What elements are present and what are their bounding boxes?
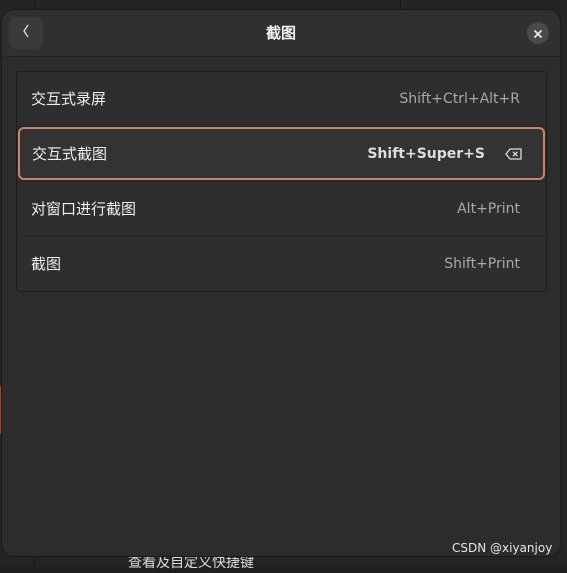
chevron-left-icon xyxy=(21,23,31,43)
dialog-header: 截图 xyxy=(2,10,560,57)
background-keyboard-shortcuts-link[interactable]: 查看及自定义快捷键 xyxy=(128,553,254,573)
backspace-icon xyxy=(505,145,523,164)
shortcut-row-interactive-screenshot[interactable]: 交互式截图 Shift+Super+S xyxy=(18,127,545,180)
shortcut-row-window-screenshot[interactable]: 对窗口进行截图 Alt+Print xyxy=(17,182,546,236)
screenshot-shortcuts-dialog: 截图 交互式录屏 Shift+Ctrl+Alt+R 交互式截图 Shift+Su… xyxy=(2,10,560,556)
shortcut-accelerator: Shift+Print xyxy=(444,256,520,272)
shortcut-row-interactive-record[interactable]: 交互式录屏 Shift+Ctrl+Alt+R xyxy=(17,72,546,126)
shortcut-accelerator: Shift+Super+S xyxy=(367,146,485,162)
close-icon xyxy=(533,24,543,43)
shortcut-list: 交互式录屏 Shift+Ctrl+Alt+R 交互式截图 Shift+Super… xyxy=(16,71,547,292)
shortcut-accelerator: Shift+Ctrl+Alt+R xyxy=(399,91,520,107)
shortcut-label: 交互式录屏 xyxy=(31,90,107,108)
shortcut-label: 交互式截图 xyxy=(32,145,108,163)
shortcut-accelerator: Alt+Print xyxy=(457,201,520,217)
shortcut-row-screenshot[interactable]: 截图 Shift+Print xyxy=(17,237,546,291)
close-button[interactable] xyxy=(527,22,549,44)
shortcut-label: 截图 xyxy=(31,255,62,273)
clear-shortcut-button[interactable] xyxy=(502,143,526,165)
dialog-title: 截图 xyxy=(265,24,296,42)
watermark: CSDN @xiyanjoy xyxy=(452,541,553,555)
shortcut-label: 对窗口进行截图 xyxy=(31,200,137,218)
back-button[interactable] xyxy=(9,17,43,49)
